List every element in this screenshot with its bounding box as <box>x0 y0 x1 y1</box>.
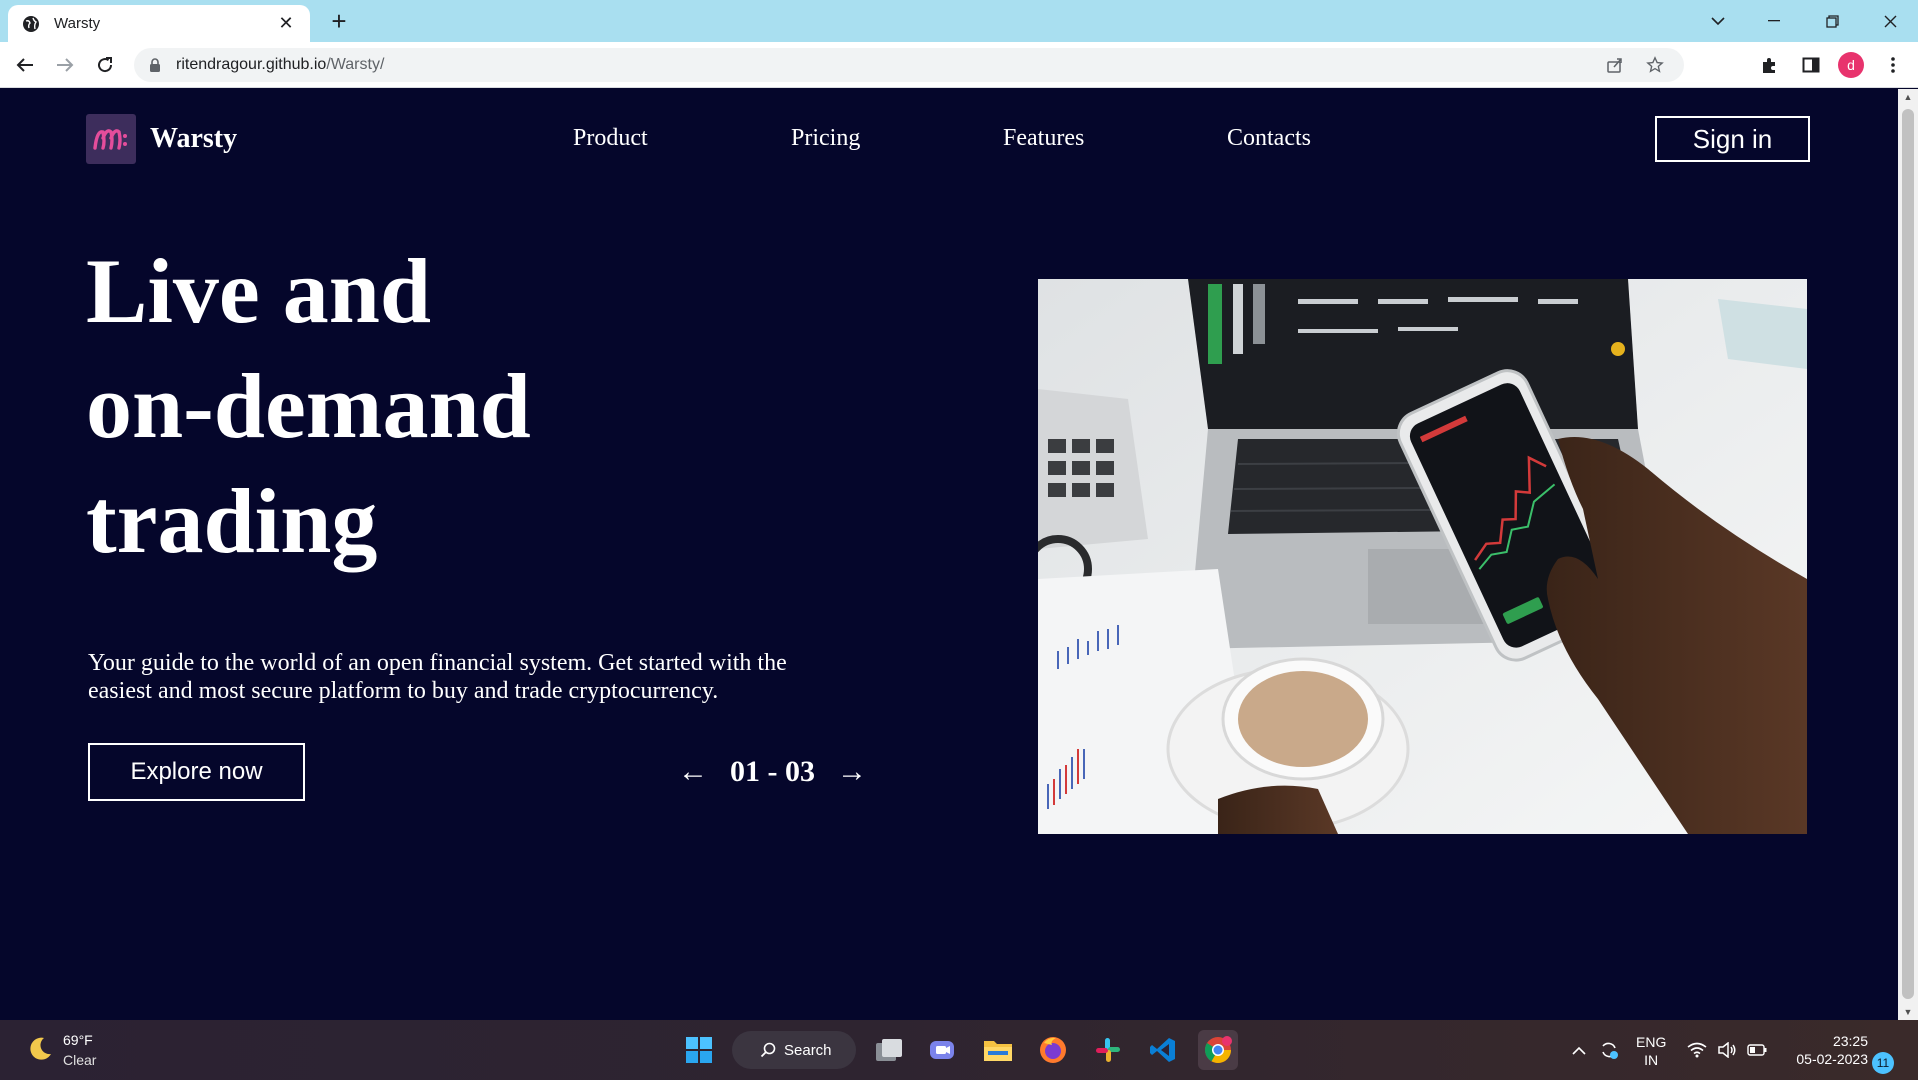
address-bar[interactable]: ritendragour.github.io/Warsty/ <box>134 48 1684 82</box>
hero-title-line: on-demand <box>86 355 531 457</box>
hero-image-trading-phone <box>1038 279 1807 834</box>
firefox-icon[interactable] <box>1033 1030 1073 1070</box>
search-icon <box>760 1042 776 1058</box>
taskbar-search-button[interactable]: Search <box>732 1031 856 1069</box>
chrome-menu-icon[interactable] <box>1878 50 1908 80</box>
address-toolbar: ritendragour.github.io/Warsty/ <box>0 42 1918 88</box>
nav-product[interactable]: Product <box>573 125 648 152</box>
url-host: ritendragour.github.io <box>176 56 327 73</box>
profile-avatar[interactable]: d <box>1838 52 1864 78</box>
brand-name[interactable]: Warsty <box>150 123 237 155</box>
extensions-icon[interactable] <box>1754 50 1784 80</box>
language-region: IN <box>1644 1052 1659 1068</box>
clock-time: 23:25 <box>1832 1033 1868 1049</box>
url-path: /Warsty/ <box>326 56 385 73</box>
battery-icon[interactable] <box>1744 1020 1770 1080</box>
scroll-thumb[interactable] <box>1902 109 1914 999</box>
tab-close-icon[interactable]: ✕ <box>276 13 296 34</box>
minimize-button[interactable] <box>1746 0 1802 42</box>
weather-temperature[interactable]: 69°F <box>63 1032 93 1048</box>
slide-counter: 01 - 03 <box>730 755 815 788</box>
lock-icon <box>150 58 160 72</box>
clock-date: 05-02-2023 <box>1796 1051 1868 1067</box>
page-scrollbar[interactable]: ▲ ▼ <box>1898 89 1918 1020</box>
volume-icon[interactable] <box>1714 1020 1740 1080</box>
prev-slide-arrow-icon[interactable]: ← <box>676 755 710 789</box>
tab-search-icon[interactable] <box>1690 0 1746 42</box>
scroll-up-icon[interactable]: ▲ <box>1898 89 1918 105</box>
task-view-icon[interactable] <box>869 1030 909 1070</box>
vscode-icon[interactable] <box>1143 1030 1183 1070</box>
system-clock[interactable]: 23:25 05-02-2023 <box>1780 1032 1868 1068</box>
back-button[interactable] <box>10 50 40 80</box>
moon-icon[interactable] <box>24 1034 54 1064</box>
bookmark-star-icon[interactable] <box>1640 50 1670 80</box>
next-slide-arrow-icon[interactable]: → <box>835 755 869 789</box>
sign-in-button[interactable]: Sign in <box>1655 116 1810 162</box>
tab-title: Warsty <box>54 15 101 32</box>
show-hidden-icons-chevron-icon[interactable] <box>1568 1020 1590 1080</box>
nav-features[interactable]: Features <box>1003 125 1084 152</box>
slack-icon[interactable] <box>1088 1030 1128 1070</box>
globe-icon <box>22 15 40 33</box>
reload-button[interactable] <box>90 50 120 80</box>
slide-pager: ← 01 - 03 → <box>676 755 869 789</box>
taskbar-search-label: Search <box>784 1041 832 1059</box>
teams-chat-icon[interactable] <box>922 1030 962 1070</box>
brand-logo[interactable] <box>86 114 136 164</box>
language-code: ENG <box>1636 1034 1667 1050</box>
weather-condition[interactable]: Clear <box>63 1052 96 1068</box>
hero-description: Your guide to the world of an open finan… <box>88 650 787 704</box>
restore-button[interactable] <box>1804 0 1860 42</box>
side-panel-icon[interactable] <box>1796 50 1826 80</box>
tab-strip: Warsty ✕ + <box>0 0 1918 42</box>
hero-title-line: Live and <box>86 240 432 342</box>
language-indicator[interactable]: ENG IN <box>1636 1033 1666 1069</box>
nav-contacts[interactable]: Contacts <box>1227 125 1311 152</box>
browser-tab[interactable]: Warsty ✕ <box>8 5 310 42</box>
nav-pricing[interactable]: Pricing <box>791 125 860 152</box>
chrome-icon[interactable] <box>1198 1030 1238 1070</box>
taskbar: 69°F Clear Search ENG IN 23:25 05-02-202… <box>0 1020 1918 1080</box>
page-viewport: Warsty Product Pricing Features Contacts… <box>0 89 1898 1020</box>
url-text: ritendragour.github.io/Warsty/ <box>176 56 1600 74</box>
hero-title-line: trading <box>86 470 378 572</box>
file-explorer-icon[interactable] <box>978 1030 1018 1070</box>
share-icon[interactable] <box>1600 50 1630 80</box>
new-tab-button[interactable]: + <box>324 6 354 36</box>
notification-badge[interactable]: 11 <box>1872 1052 1894 1074</box>
scroll-down-icon[interactable]: ▼ <box>1898 1004 1918 1020</box>
close-window-button[interactable] <box>1862 0 1918 42</box>
explore-now-button[interactable]: Explore now <box>88 743 305 801</box>
sync-icon[interactable] <box>1596 1020 1622 1080</box>
wifi-icon[interactable] <box>1684 1020 1710 1080</box>
windows-start-icon[interactable] <box>679 1030 719 1070</box>
forward-button[interactable] <box>50 50 80 80</box>
hero-title: Live and on-demand trading <box>86 234 786 579</box>
